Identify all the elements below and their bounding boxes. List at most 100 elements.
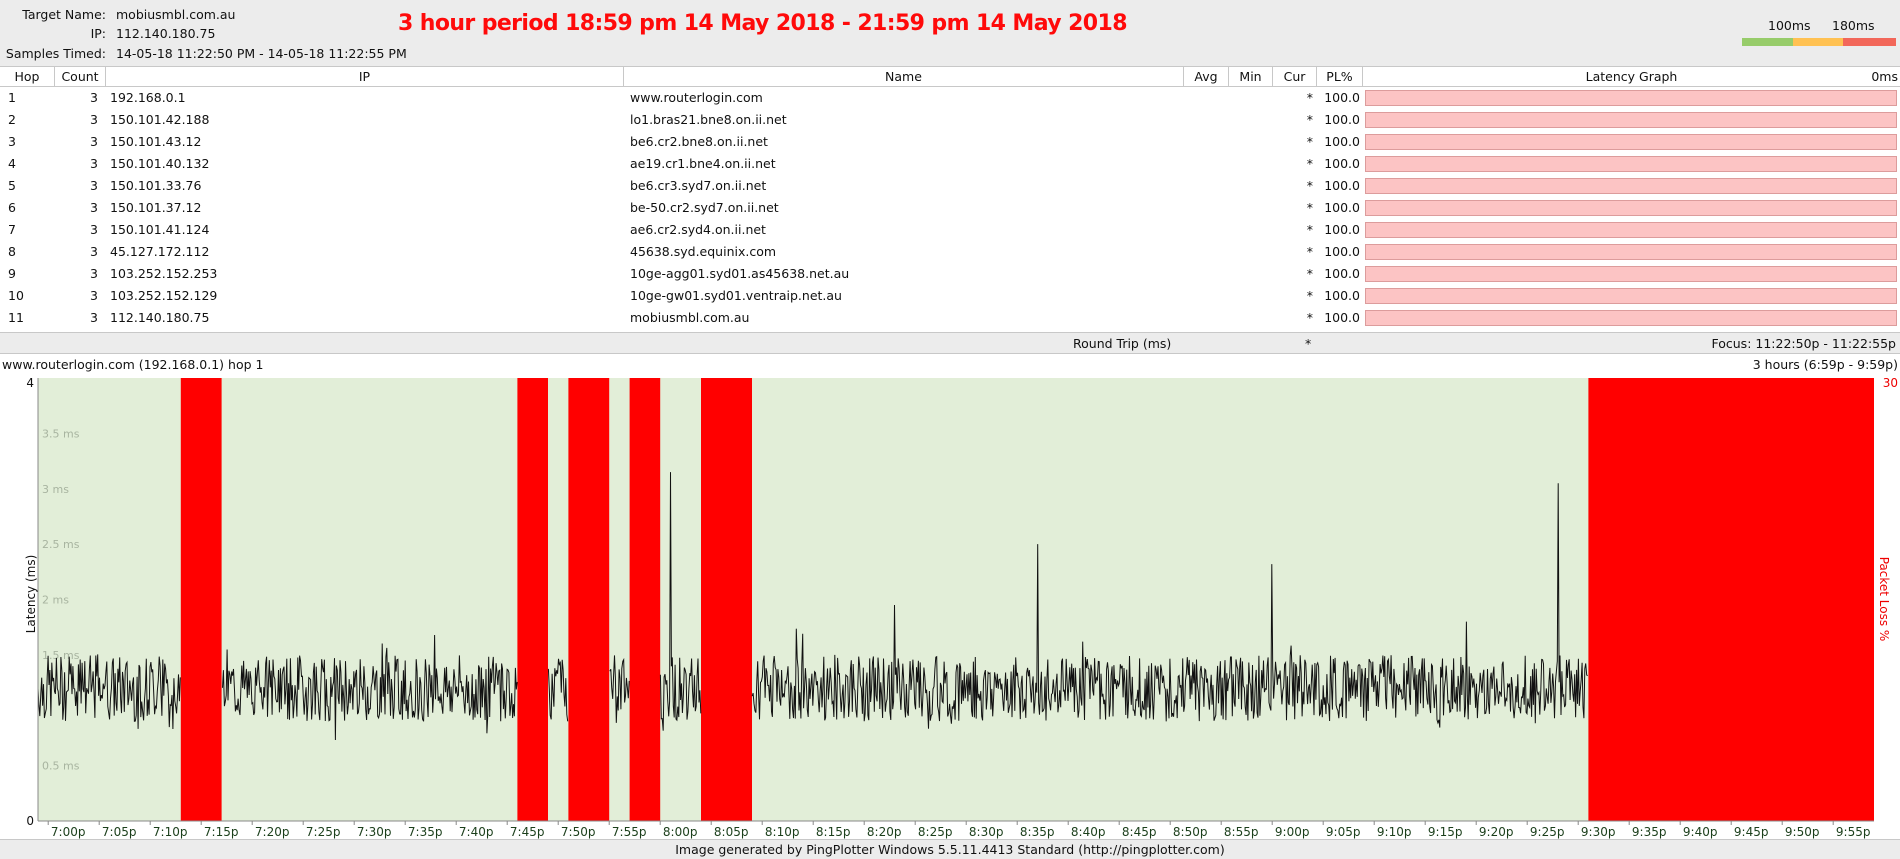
col-name[interactable]: Name	[624, 67, 1184, 87]
x-tick-label: 9:15p	[1428, 825, 1463, 839]
count-cell: 3	[90, 112, 98, 127]
x-tick-label: 9:25p	[1530, 825, 1565, 839]
table-row[interactable]: 7 3 150.101.41.124 ae6.cr2.syd4.on.ii.net * 1…	[0, 219, 1900, 241]
x-tick-label: 8:00p	[663, 825, 698, 839]
x-tick-label: 7:15p	[204, 825, 239, 839]
x-tick-label: 7:10p	[153, 825, 188, 839]
latency-bar	[1365, 156, 1897, 172]
name-cell: 10ge-agg01.syd01.as45638.net.au	[630, 266, 850, 281]
pl-cell: 100.0	[1324, 222, 1360, 237]
table-row[interactable]: 11 3 112.140.180.75 mobiusmbl.com.au * 100.0	[0, 307, 1900, 329]
pl-cell: 100.0	[1324, 112, 1360, 127]
packet-loss-bar	[629, 378, 661, 821]
ip-cell: 150.101.37.12	[110, 200, 202, 215]
packet-loss-bar	[701, 378, 752, 821]
ip-cell: 150.101.40.132	[110, 156, 210, 171]
count-cell: 3	[90, 178, 98, 193]
x-tick-label: 7:20p	[255, 825, 290, 839]
name-cell: ae6.cr2.syd4.on.ii.net	[630, 222, 766, 237]
table-row[interactable]: 8 3 45.127.172.112 45638.syd.equinix.com * 10…	[0, 241, 1900, 263]
y-grid-label: 3.5 ms	[42, 427, 80, 440]
table-row[interactable]: 1 3 192.168.0.1 www.routerlogin.com * 100.0	[0, 87, 1900, 109]
y-grid-label: 2.5 ms	[42, 538, 80, 551]
x-tick-label: 8:35p	[1020, 825, 1055, 839]
col-ip[interactable]: IP	[106, 67, 624, 87]
y-grid-label: 0.5 ms	[42, 760, 80, 773]
pl-cell: 100.0	[1324, 266, 1360, 281]
table-row[interactable]: 4 3 150.101.40.132 ae19.cr1.bne4.on.ii.net *…	[0, 153, 1900, 175]
x-tick-label: 9:40p	[1683, 825, 1718, 839]
y-grid-label: 2 ms	[42, 594, 69, 607]
col-min[interactable]: Min	[1229, 67, 1273, 87]
count-cell: 3	[90, 90, 98, 105]
y-grid-label: 3 ms	[42, 483, 69, 496]
pl-cell: 100.0	[1324, 288, 1360, 303]
pl-cell: 100.0	[1324, 90, 1360, 105]
hop-cell: 2	[8, 112, 16, 127]
count-cell: 3	[90, 222, 98, 237]
cur-cell: *	[1306, 178, 1313, 193]
x-tick-label: 8:20p	[867, 825, 902, 839]
ip-value: 112.140.180.75	[116, 26, 216, 41]
x-tick-label: 8:05p	[714, 825, 749, 839]
name-cell: 45638.syd.equinix.com	[630, 244, 777, 259]
packet-loss-bar	[180, 378, 222, 821]
col-pl[interactable]: PL%	[1317, 67, 1363, 87]
count-cell: 3	[90, 156, 98, 171]
ip-cell: 150.101.43.12	[110, 134, 202, 149]
latency-bar	[1365, 200, 1897, 216]
ip-cell: 112.140.180.75	[110, 310, 210, 325]
table-row[interactable]: 5 3 150.101.33.76 be6.cr3.syd7.on.ii.net * 10…	[0, 175, 1900, 197]
name-cell: be6.cr3.syd7.on.ii.net	[630, 178, 767, 193]
name-cell: 10ge-gw01.syd01.ventraip.net.au	[630, 288, 842, 303]
table-row[interactable]: 10 3 103.252.152.129 10ge-gw01.syd01.ventra…	[0, 285, 1900, 307]
ip-cell: 45.127.172.112	[110, 244, 210, 259]
hop-cell: 3	[8, 134, 16, 149]
samples-row: Samples Timed: 14-05-18 11:22:50 PM - 14…	[0, 45, 500, 63]
latency-bar	[1365, 178, 1897, 194]
cur-cell: *	[1306, 310, 1313, 325]
cur-cell: *	[1306, 112, 1313, 127]
legend-red-bar	[1843, 38, 1896, 46]
footer: Image generated by PingPlotter Windows 5…	[0, 839, 1900, 859]
col-latency-graph[interactable]: Latency Graph 0ms	[1363, 67, 1900, 87]
pl-cell: 100.0	[1324, 310, 1360, 325]
latency-bar	[1365, 288, 1897, 304]
latency-chart[interactable]: 0.5 ms1.5 ms2 ms2.5 ms3 ms3.5 ms04 30Late…	[0, 354, 1900, 839]
round-trip-label: Round Trip (ms)	[1073, 336, 1172, 351]
cur-cell: *	[1306, 90, 1313, 105]
col-count[interactable]: Count	[55, 67, 106, 87]
x-tick-label: 8:45p	[1122, 825, 1157, 839]
hop-cell: 1	[8, 90, 16, 105]
latency-legend: 100ms 180ms	[1738, 16, 1898, 48]
col-avg[interactable]: Avg	[1184, 67, 1229, 87]
latency-bar	[1365, 222, 1897, 238]
col-latency-scale-label: 0ms	[1871, 69, 1898, 84]
latency-graph-panel[interactable]: 0.5 ms 1.5 ms 2 ms 2.5 ms 3 ms 3.5 ms 0 4 30 Late…	[0, 354, 1900, 839]
x-tick-label: 8:25p	[918, 825, 953, 839]
table-row[interactable]: 2 3 150.101.42.188 lo1.bras21.bne8.on.ii.ne…	[0, 109, 1900, 131]
table-header: Hop Count IP Name Avg Min Cur PL% Latenc…	[0, 66, 1900, 87]
focus-range: Focus: 11:22:50p - 11:22:55p	[1711, 336, 1897, 351]
ip-cell: 150.101.41.124	[110, 222, 210, 237]
hop-cell: 8	[8, 244, 16, 259]
col-hop[interactable]: Hop	[0, 67, 55, 87]
col-cur[interactable]: Cur	[1273, 67, 1317, 87]
ip-cell: 192.168.0.1	[110, 90, 186, 105]
count-cell: 3	[90, 288, 98, 303]
name-cell: mobiusmbl.com.au	[630, 310, 750, 325]
count-cell: 3	[90, 310, 98, 325]
name-cell: www.routerlogin.com	[630, 90, 763, 105]
ip-label: IP:	[90, 26, 106, 41]
table-row[interactable]: 6 3 150.101.37.12 be-50.cr2.syd7.on.ii.net *…	[0, 197, 1900, 219]
x-tick-label: 9:35p	[1632, 825, 1667, 839]
cur-cell: *	[1306, 222, 1313, 237]
table-row[interactable]: 9 3 103.252.152.253 10ge-agg01.syd01.as4563…	[0, 263, 1900, 285]
x-tick-label: 7:35p	[408, 825, 443, 839]
x-tick-label: 7:00p	[51, 825, 86, 839]
pl-cell: 100.0	[1324, 200, 1360, 215]
y-axis-title: Latency (ms)	[24, 555, 38, 634]
table-row[interactable]: 3 3 150.101.43.12 be6.cr2.bne8.on.ii.net * 10…	[0, 131, 1900, 153]
cur-cell: *	[1306, 156, 1313, 171]
hop-cell: 11	[8, 310, 24, 325]
